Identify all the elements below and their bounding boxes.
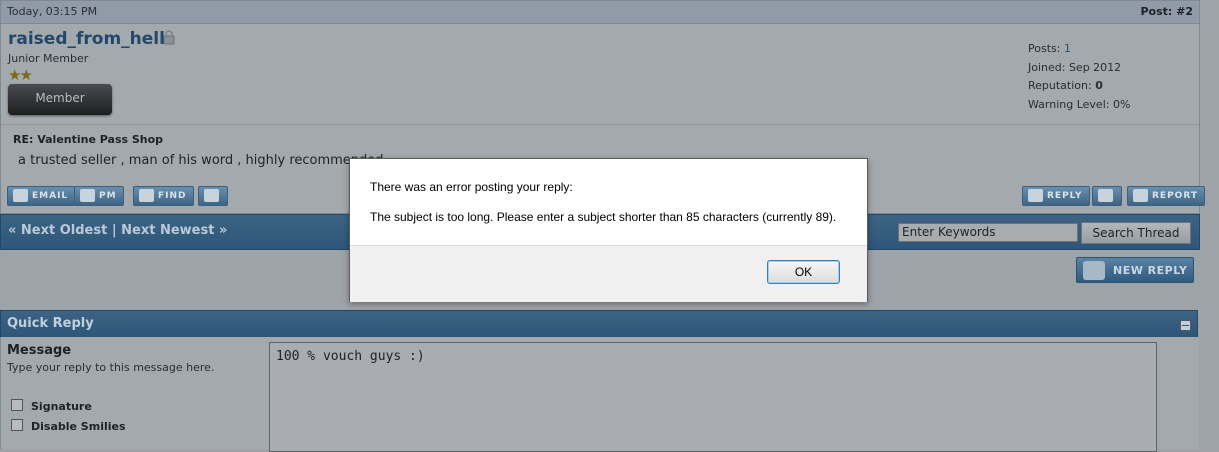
nav-separator: | xyxy=(111,223,117,238)
ok-button[interactable]: OK xyxy=(767,260,840,284)
posts-count-link[interactable]: 1 xyxy=(1064,42,1071,55)
quick-reply-title: Quick Reply xyxy=(7,316,94,331)
find-button[interactable]: FIND xyxy=(133,186,194,206)
reply-button[interactable]: REPLY xyxy=(1022,186,1090,206)
report-icon xyxy=(1133,189,1148,202)
user-title: Junior Member xyxy=(8,52,89,65)
reputation-label: Reputation: xyxy=(1028,79,1092,92)
offline-lock-icon xyxy=(163,30,175,45)
collapse-icon[interactable] xyxy=(1180,320,1191,331)
pm-button[interactable]: PM xyxy=(74,186,124,206)
search-thread-input[interactable]: Enter Keywords xyxy=(898,223,1078,242)
new-reply-button[interactable]: NEW REPLY xyxy=(1076,257,1194,283)
search-thread-button[interactable]: Search Thread xyxy=(1081,222,1191,244)
multiquote-button[interactable] xyxy=(1092,186,1122,206)
pm-button-label: PM xyxy=(99,191,117,201)
post-title: RE: Valentine Pass Shop xyxy=(13,133,164,146)
disable-smilies-checkbox[interactable] xyxy=(11,419,23,431)
reputation-value: 0 xyxy=(1095,79,1103,92)
post-header: Today, 03:15 PM Post: #2 xyxy=(1,1,1199,24)
next-oldest-link[interactable]: « Next Oldest xyxy=(8,223,107,238)
new-reply-label: NEW REPLY xyxy=(1113,264,1188,277)
pm-icon xyxy=(80,189,95,202)
disable-smilies-option[interactable]: Disable Smilies xyxy=(11,419,126,433)
joined-date: Joined: Sep 2012 xyxy=(1028,60,1122,74)
email-button-label: EMAIL xyxy=(32,191,69,201)
post-date: Today, 03:15 PM xyxy=(7,5,98,18)
email-button[interactable]: EMAIL xyxy=(7,186,76,206)
message-description: Type your reply to this message here. xyxy=(7,361,215,374)
disable-smilies-label: Disable Smilies xyxy=(31,420,126,433)
signature-label: Signature xyxy=(31,400,92,413)
message-label: Message xyxy=(7,343,72,358)
error-heading: There was an error posting your reply: xyxy=(370,180,573,194)
username-link[interactable]: raised_from_hell xyxy=(8,29,165,49)
rank-stars-icon: ★★ xyxy=(8,66,33,84)
find-button-label: FIND xyxy=(158,191,187,201)
new-reply-icon xyxy=(1083,261,1105,280)
post-number-link[interactable]: Post: #2 xyxy=(1140,5,1193,18)
user-info: raised_from_hell Junior Member ★★ Member… xyxy=(1,24,1199,124)
posts-label: Posts: xyxy=(1028,42,1061,55)
next-newest-link[interactable]: Next Newest » xyxy=(121,223,227,238)
multiquote-icon xyxy=(1098,189,1113,202)
reply-icon xyxy=(1028,189,1043,202)
error-dialog: There was an error posting your reply: T… xyxy=(349,158,868,302)
search-icon xyxy=(139,189,154,202)
quick-reply-body: Message Type your reply to this message … xyxy=(0,337,1199,452)
email-icon xyxy=(13,189,28,202)
signature-checkbox[interactable] xyxy=(11,399,23,411)
warning-level: Warning Level: 0% xyxy=(1028,97,1131,111)
reply-button-label: REPLY xyxy=(1047,191,1083,201)
report-button[interactable]: REPORT xyxy=(1127,186,1205,206)
add-buddy-icon xyxy=(204,189,219,202)
member-badge: Member xyxy=(8,84,112,115)
message-textarea[interactable]: 100 % vouch guys :) xyxy=(269,342,1157,452)
report-button-label: REPORT xyxy=(1152,191,1198,201)
add-buddy-button[interactable] xyxy=(198,186,228,206)
thread-nav-links: « Next Oldest | Next Newest » xyxy=(8,223,227,238)
signature-option[interactable]: Signature xyxy=(11,399,92,413)
dialog-footer: OK xyxy=(350,245,867,302)
post-text: a trusted seller , man of his word , hig… xyxy=(18,153,384,168)
quick-reply-header: Quick Reply xyxy=(0,310,1198,338)
user-stats: Posts: 1 Joined: Sep 2012 Reputation: 0 … xyxy=(1028,40,1130,114)
error-message: The subject is too long. Please enter a … xyxy=(370,210,837,224)
